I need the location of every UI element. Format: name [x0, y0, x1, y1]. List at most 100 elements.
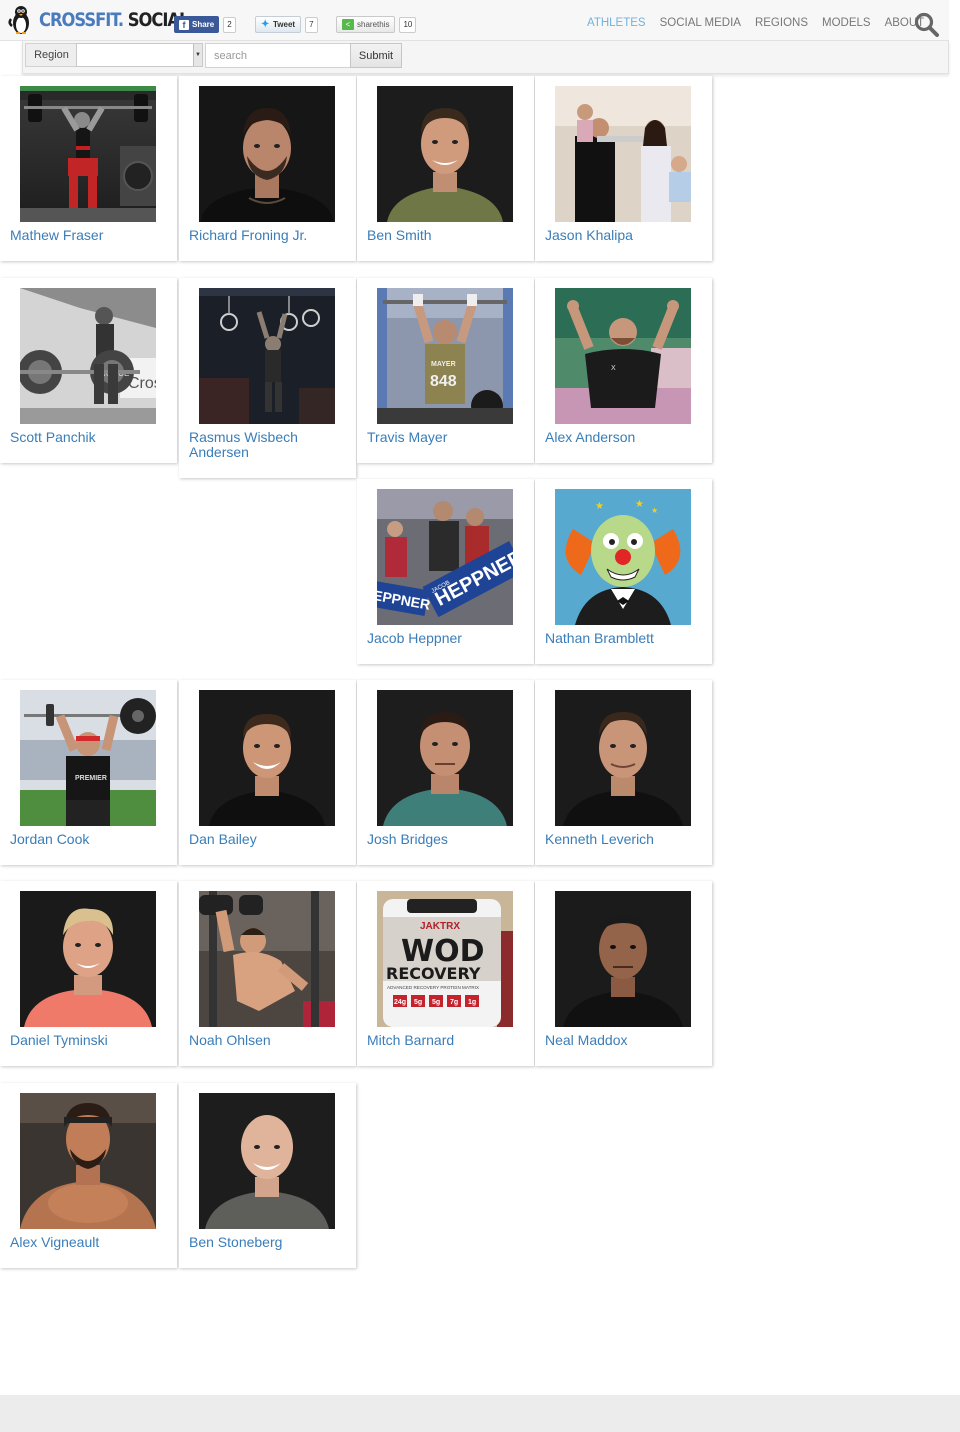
athlete-card[interactable]: MAYER 848 Travis Mayer	[357, 278, 534, 463]
facebook-share-button[interactable]: f Share	[174, 16, 220, 33]
athlete-name[interactable]: Daniel Tyminski	[10, 1033, 170, 1048]
barnard-stat: 24g	[394, 999, 406, 1006]
athlete-name[interactable]: Ben Smith	[367, 228, 527, 243]
athlete-photo[interactable]	[377, 86, 513, 222]
tweet-label: Tweet	[273, 20, 296, 29]
athlete-card[interactable]: Mathew Fraser	[0, 76, 177, 261]
athlete-card[interactable]: Kenneth Leverich	[535, 680, 712, 865]
athlete-photo[interactable]	[199, 891, 335, 1027]
tweet-button[interactable]: ✦ Tweet	[255, 16, 302, 33]
athlete-photo[interactable]: PREMIER	[20, 690, 156, 826]
mayer-shirt-text: MAYER	[431, 361, 456, 368]
sharethis-button[interactable]: < sharethis	[336, 16, 396, 33]
athlete-card[interactable]: Richard Froning Jr.	[179, 76, 356, 261]
athlete-photo[interactable]	[555, 690, 691, 826]
barnard-stat: 5g	[414, 999, 422, 1006]
athlete-name[interactable]: Alex Anderson	[545, 430, 705, 445]
region-label: Region	[25, 43, 77, 67]
athlete-card[interactable]: X Alex Anderson	[535, 278, 712, 463]
athlete-photo[interactable]: MAYER 848	[377, 288, 513, 424]
athlete-name[interactable]: Noah Ohlsen	[189, 1033, 349, 1048]
athlete-name[interactable]: Jason Khalipa	[545, 228, 705, 243]
athlete-card[interactable]: Alex Vigneault	[0, 1083, 177, 1268]
athlete-card[interactable]: Ben Stoneberg	[179, 1083, 356, 1268]
cook-shirt-text: PREMIER	[75, 775, 107, 782]
athlete-card[interactable]: Daniel Tyminski	[0, 881, 177, 1066]
athlete-photo[interactable]: JAKTRX WOD RECOVERY ADVANCED RECOVERY PR…	[377, 891, 513, 1027]
barnard-stat: 5g	[432, 999, 440, 1006]
athlete-photo[interactable]	[199, 288, 335, 424]
top-header: CROSSFIT. SOCIAL f Share 2 ✦ Tweet 7 < s…	[0, 0, 949, 41]
athlete-name[interactable]: Mathew Fraser	[10, 228, 170, 243]
dropdown-arrow-icon[interactable]: ▼	[193, 44, 202, 66]
athlete-photo[interactable]: ★ ★ ★	[555, 489, 691, 625]
athlete-name[interactable]: Travis Mayer	[367, 430, 527, 445]
athlete-photo[interactable]: X	[555, 288, 691, 424]
athlete-card[interactable]: Cross ROGUE Scott Panchik	[0, 278, 177, 463]
athlete-card[interactable]: Noah Ohlsen	[179, 881, 356, 1066]
athlete-card[interactable]: PREMIER Jordan Cook	[0, 680, 177, 865]
athlete-name[interactable]: Nathan Bramblett	[545, 631, 705, 646]
athlete-photo[interactable]	[555, 86, 691, 222]
athlete-photo[interactable]	[20, 891, 156, 1027]
athlete-name[interactable]: Jordan Cook	[10, 832, 170, 847]
nav-models[interactable]: MODELS	[822, 17, 871, 31]
search-icon[interactable]	[914, 12, 939, 37]
athlete-card[interactable]: HEPPNER JACOB EPPNER Jacob Heppner	[357, 479, 534, 664]
twitter-share: ✦ Tweet 7	[255, 16, 318, 33]
athlete-card[interactable]: ★ ★ ★ Nathan Bramblett	[535, 479, 712, 664]
athlete-name[interactable]: Neal Maddox	[545, 1033, 705, 1048]
athlete-photo[interactable]	[199, 690, 335, 826]
athlete-photo[interactable]	[20, 86, 156, 222]
athlete-name[interactable]: Richard Froning Jr.	[189, 228, 349, 243]
athlete-name[interactable]: Mitch Barnard	[367, 1033, 527, 1048]
facebook-icon: f	[179, 19, 189, 30]
athlete-photo[interactable]	[199, 86, 335, 222]
nav-athletes[interactable]: ATHLETES	[587, 17, 646, 31]
athlete-photo[interactable]	[20, 1093, 156, 1229]
barnard-brand-text: JAKTRX	[420, 921, 460, 932]
barnard-stat: 1g	[468, 999, 476, 1006]
athlete-name[interactable]: Kenneth Leverich	[545, 832, 705, 847]
athlete-card[interactable]: Jason Khalipa	[535, 76, 712, 261]
athlete-card[interactable]: Josh Bridges	[357, 680, 534, 865]
tweet-count: 7	[305, 16, 318, 33]
svg-text:★: ★	[595, 501, 604, 512]
region-select[interactable]: ▼	[76, 43, 203, 67]
nav-regions[interactable]: REGIONS	[755, 17, 808, 31]
athlete-name[interactable]: Dan Bailey	[189, 832, 349, 847]
barnard-sub-text: ADVANCED RECOVERY PROTEIN MATRIX	[387, 985, 479, 990]
facebook-share: f Share 2	[174, 16, 236, 33]
athlete-name[interactable]: Alex Vigneault	[10, 1235, 170, 1250]
sharethis-label: sharethis	[357, 20, 390, 29]
sharethis-icon: <	[342, 19, 354, 30]
athlete-name[interactable]: Rasmus Wisbech Andersen	[189, 430, 349, 460]
svg-text:★: ★	[651, 506, 658, 515]
athlete-name[interactable]: Ben Stoneberg	[189, 1235, 349, 1250]
sharethis-share: < sharethis 10	[336, 16, 417, 33]
facebook-share-label: Share	[192, 20, 215, 29]
submit-button[interactable]: Submit	[350, 43, 402, 68]
athlete-photo[interactable]	[377, 690, 513, 826]
athlete-name[interactable]: Scott Panchik	[10, 430, 170, 445]
svg-text:★: ★	[635, 499, 644, 510]
athlete-name[interactable]: Jacob Heppner	[367, 631, 527, 646]
athlete-card[interactable]: Dan Bailey	[179, 680, 356, 865]
svg-text:X: X	[611, 365, 616, 372]
athlete-photo[interactable]	[555, 891, 691, 1027]
mayer-number-text: 848	[430, 373, 457, 390]
athlete-name[interactable]: Josh Bridges	[367, 832, 527, 847]
athlete-search-input[interactable]	[205, 43, 351, 68]
athlete-card[interactable]: JAKTRX WOD RECOVERY ADVANCED RECOVERY PR…	[357, 881, 534, 1066]
athlete-card[interactable]: Ben Smith	[357, 76, 534, 261]
page-footer	[0, 1395, 960, 1432]
filter-bar: Region ▼ Submit	[22, 41, 949, 74]
athlete-photo[interactable]	[199, 1093, 335, 1229]
athlete-photo[interactable]: Cross ROGUE	[20, 288, 156, 424]
nav-social-media[interactable]: SOCIAL MEDIA	[660, 17, 741, 31]
athlete-card[interactable]: Rasmus Wisbech Andersen	[179, 278, 356, 478]
penguin-mascot-icon	[8, 6, 29, 34]
barnard-stat: 7g	[450, 999, 458, 1006]
athlete-card[interactable]: Neal Maddox	[535, 881, 712, 1066]
athlete-photo[interactable]: HEPPNER JACOB EPPNER	[377, 489, 513, 625]
